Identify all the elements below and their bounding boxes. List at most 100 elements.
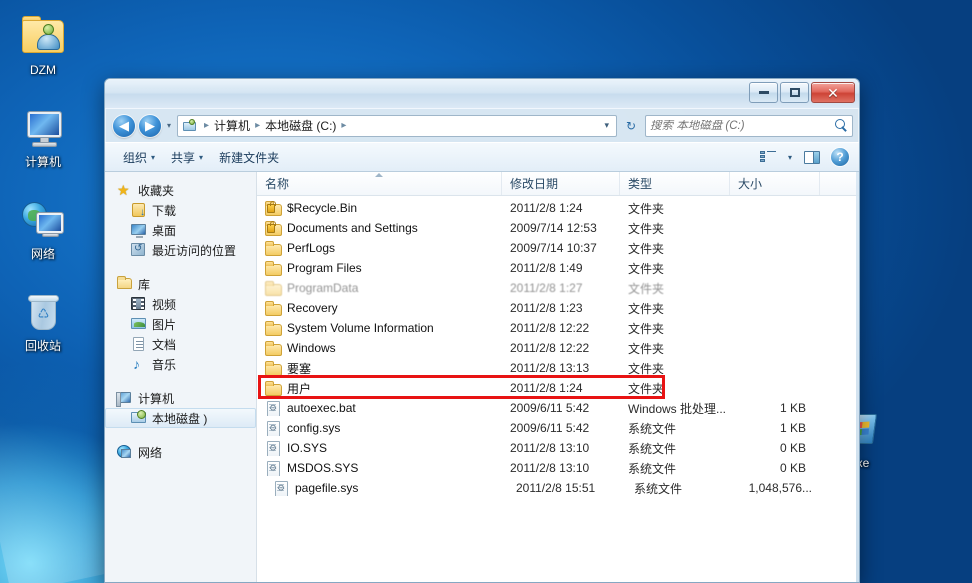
column-header-size[interactable]: 大小 <box>730 172 820 195</box>
file-type: 文件夹 <box>628 201 665 216</box>
organize-button[interactable]: 组织 ▾ <box>115 146 163 169</box>
breadcrumb-separator[interactable]: ▸ <box>337 120 350 131</box>
desktop-icon-recycle-bin[interactable]: ♺ 回收站 <box>6 288 80 353</box>
file-name-cell: ProgramData <box>257 280 502 296</box>
file-name-cell: ⚙ config.sys <box>257 420 502 436</box>
refresh-button[interactable]: ↻ <box>621 115 641 137</box>
table-row[interactable]: ProgramData 2011/2/8 1:27 文件夹 <box>257 278 859 298</box>
table-row[interactable]: ⚙ IO.SYS 2011/2/8 13:10 系统文件 0 KB <box>257 438 859 458</box>
breadcrumb[interactable]: ▸ 计算机 ▸ 本地磁盘 (C:) ▸ ▾ <box>177 114 617 137</box>
breadcrumb-separator[interactable]: ▸ <box>251 120 264 131</box>
change-view-dropdown[interactable]: ▾ <box>783 146 797 168</box>
sidebar-item-music[interactable]: ♪ 音乐 <box>105 354 256 374</box>
desktop-icon-dzm[interactable]: DZM <box>6 12 80 77</box>
sidebar-item-local-disk[interactable]: 本地磁盘 ) <box>105 408 256 428</box>
table-row[interactable]: ⚙ MSDOS.SYS 2011/2/8 13:10 系统文件 0 KB <box>257 458 859 478</box>
new-folder-label: 新建文件夹 <box>219 150 280 165</box>
file-type: 系统文件 <box>628 421 677 436</box>
file-name-cell: 用户 <box>257 380 502 397</box>
file-name-cell: ⚙ pagefile.sys <box>257 480 502 496</box>
file-name: ProgramData <box>287 281 359 295</box>
table-row-users[interactable]: 用户 2011/2/8 1:24 文件夹 <box>257 378 859 398</box>
file-size: 0 KB <box>779 461 806 475</box>
back-arrow-icon: ◀ <box>119 118 129 133</box>
table-row[interactable]: Program Files 2011/2/8 1:49 文件夹 <box>257 258 859 278</box>
share-button[interactable]: 共享 ▾ <box>163 146 211 169</box>
breadcrumb-item-computer[interactable]: 计算机 <box>213 117 251 134</box>
sidebar-item-network[interactable]: 网络 <box>105 442 256 462</box>
breadcrumb-dropdown-icon[interactable]: ▾ <box>599 120 614 131</box>
back-button[interactable]: ◀ <box>113 114 135 137</box>
table-row[interactable]: Recovery 2011/2/8 1:23 文件夹 <box>257 298 859 318</box>
desktop-icon-network[interactable]: 网络 <box>6 196 80 261</box>
sidebar-item-favorites[interactable]: ★ 收藏夹 <box>105 180 256 200</box>
preview-pane-button[interactable] <box>799 146 825 168</box>
column-header-name[interactable]: 名称 <box>257 172 502 195</box>
file-name: config.sys <box>287 421 341 435</box>
sidebar-item-recent-places[interactable]: 最近访问的位置 <box>105 240 256 260</box>
sidebar-item-desktop[interactable]: 桌面 <box>105 220 256 240</box>
sidebar-item-label: 视频 <box>152 297 177 312</box>
folder-icon <box>265 280 282 296</box>
sidebar-item-pictures[interactable]: 图片 <box>105 314 256 334</box>
column-header-type[interactable]: 类型 <box>620 172 730 195</box>
search-box[interactable] <box>645 114 853 137</box>
table-row[interactable]: 要塞 2011/2/8 13:13 文件夹 <box>257 358 859 378</box>
minimize-button[interactable] <box>749 82 778 103</box>
computer-folder-icon <box>182 118 197 133</box>
new-folder-button[interactable]: 新建文件夹 <box>211 146 287 169</box>
sidebar-item-label: 本地磁盘 ) <box>152 411 208 426</box>
navigation-pane: ★ 收藏夹 下载 桌面 最近访问的位置 <box>105 172 257 582</box>
file-name: System Volume Information <box>287 321 434 335</box>
window-body: ★ 收藏夹 下载 桌面 最近访问的位置 <box>105 172 859 582</box>
view-list-icon <box>760 150 776 164</box>
recent-pages-button[interactable]: ▾ <box>165 121 173 130</box>
table-row[interactable]: PerfLogs 2009/7/14 10:37 文件夹 <box>257 238 859 258</box>
computer-icon <box>116 390 133 407</box>
system-file-icon: ⚙ <box>265 400 281 416</box>
search-input[interactable] <box>650 119 835 132</box>
window-titlebar[interactable]: ✕ <box>105 79 859 109</box>
table-row[interactable]: ⚙ autoexec.bat 2009/6/11 5:42 Windows 批处… <box>257 398 859 418</box>
table-row[interactable]: ⚙ pagefile.sys 2011/2/8 15:51 系统文件 1,048… <box>257 478 859 498</box>
forward-arrow-icon: ▶ <box>145 118 155 133</box>
file-type: 文件夹 <box>628 341 665 356</box>
sidebar-item-libraries[interactable]: 库 <box>105 274 256 294</box>
table-row[interactable]: System Volume Information 2011/2/8 12:22… <box>257 318 859 338</box>
change-view-button[interactable] <box>755 146 781 168</box>
file-date: 2009/6/11 5:42 <box>510 401 590 415</box>
network-icon <box>117 444 133 460</box>
star-icon: ★ <box>117 182 130 198</box>
file-name-cell: 要塞 <box>257 360 502 377</box>
file-name-cell: Windows <box>257 340 502 356</box>
file-date: 2011/2/8 12:22 <box>510 341 590 355</box>
document-icon <box>131 336 147 352</box>
file-size: 1,048,576... <box>748 481 812 495</box>
computer-icon <box>19 104 67 152</box>
table-row[interactable]: Windows 2011/2/8 12:22 文件夹 <box>257 338 859 358</box>
sidebar-item-computer[interactable]: 计算机 <box>105 388 256 408</box>
organize-label: 组织 <box>123 150 148 165</box>
music-icon: ♪ <box>133 356 140 372</box>
sidebar-item-videos[interactable]: 视频 <box>105 294 256 314</box>
file-name: PerfLogs <box>287 241 336 255</box>
sidebar-item-documents[interactable]: 文档 <box>105 334 256 354</box>
table-row[interactable]: ⚙ config.sys 2009/6/11 5:42 系统文件 1 KB <box>257 418 859 438</box>
recycle-bin-icon: ♺ <box>19 288 67 336</box>
network-icon <box>19 196 67 244</box>
maximize-button[interactable] <box>780 82 809 103</box>
column-header-label: 修改日期 <box>510 177 559 191</box>
desktop-icon-label: 回收站 <box>24 339 61 353</box>
table-row[interactable]: Documents and Settings 2009/7/14 12:53 文… <box>257 218 859 238</box>
sidebar-item-label: 图片 <box>152 317 177 332</box>
desktop-icon-computer[interactable]: 计算机 <box>6 104 80 169</box>
column-header-date[interactable]: 修改日期 <box>502 172 620 195</box>
file-size: 1 KB <box>779 421 806 435</box>
breadcrumb-item-local-disk[interactable]: 本地磁盘 (C:) <box>264 117 337 134</box>
help-button[interactable]: ? <box>827 146 853 168</box>
table-row[interactable]: $Recycle.Bin 2011/2/8 1:24 文件夹 <box>257 198 859 218</box>
sidebar-item-downloads[interactable]: 下载 <box>105 200 256 220</box>
close-button[interactable]: ✕ <box>811 82 855 103</box>
search-icon[interactable] <box>835 119 848 132</box>
forward-button[interactable]: ▶ <box>139 114 161 137</box>
